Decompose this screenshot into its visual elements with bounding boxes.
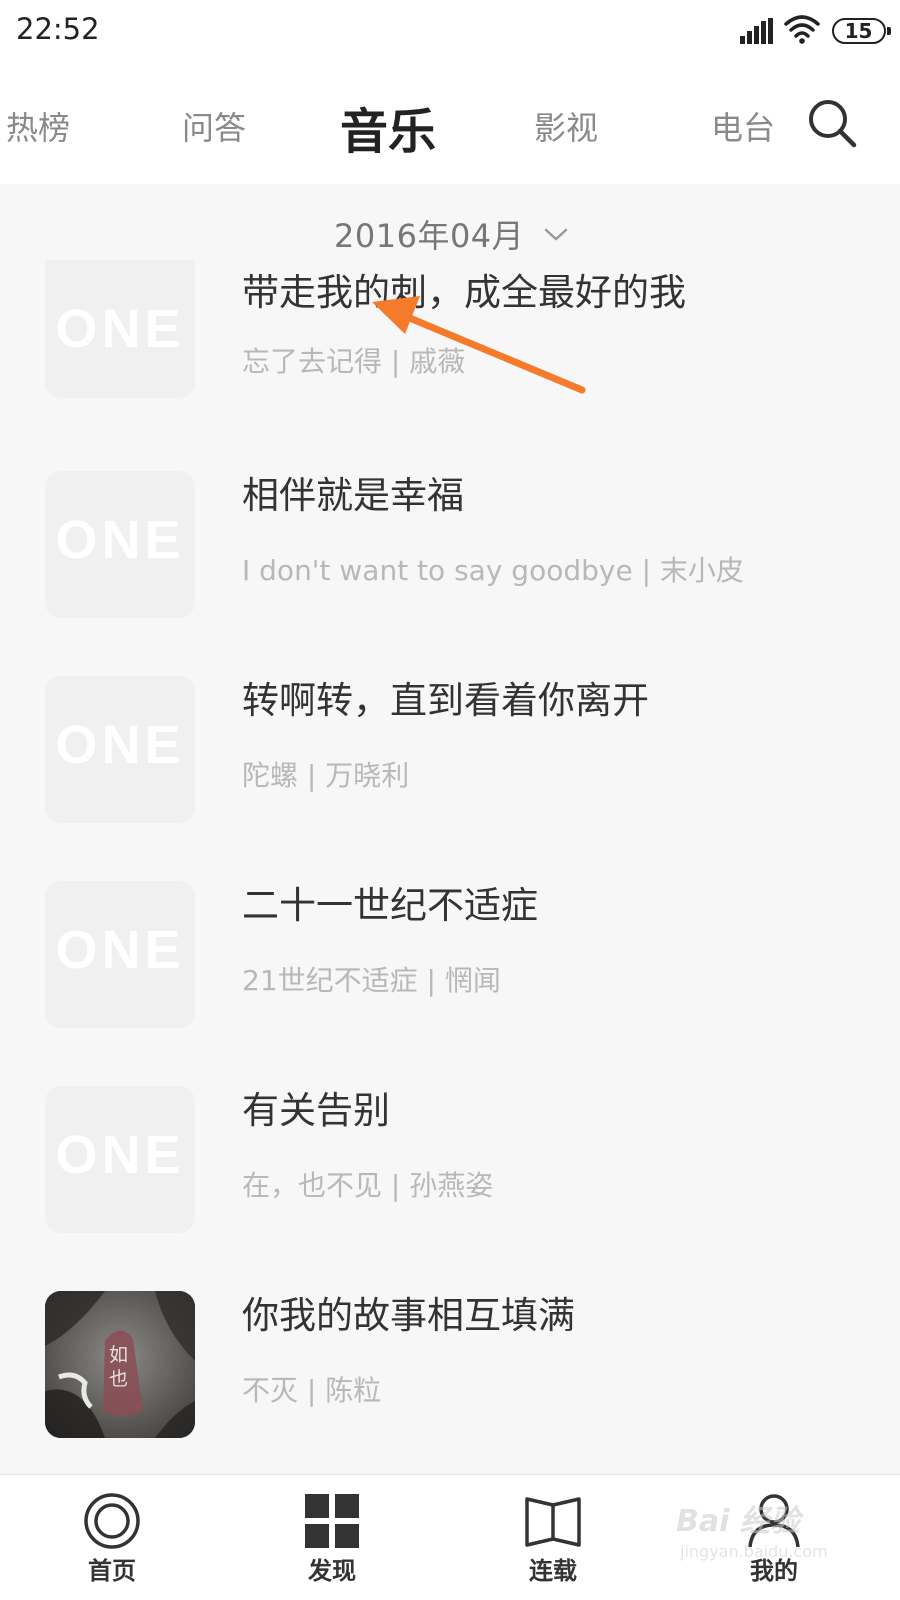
list-item[interactable]: ONE 带走我的刺，成全最好的我 忘了去记得 | 戚薇 — [0, 260, 900, 465]
list-item[interactable]: 如也 你我的故事相互填满 不灭 | 陈粒 — [0, 1283, 900, 1474]
nav-discover-label: 发现 — [308, 1557, 356, 1585]
item-title: 带走我的刺，成全最好的我 — [242, 271, 686, 314]
one-logo: ONE — [55, 1125, 185, 1185]
tab-radio[interactable]: 电台 — [711, 103, 775, 149]
grid-icon — [305, 1494, 359, 1548]
status-bar: 22:52 15 — [0, 0, 900, 62]
nav-discover[interactable]: 发现 — [272, 1475, 392, 1600]
one-logo: ONE — [55, 510, 185, 570]
month-label: 2016年04月 — [334, 217, 525, 255]
cover-image: ONE — [45, 471, 195, 618]
home-icon — [84, 1493, 140, 1549]
battery-level: 15 — [844, 19, 873, 43]
chevron-down-icon — [544, 228, 568, 241]
item-title: 相伴就是幸福 — [242, 474, 464, 517]
list-item[interactable]: ONE 二十一世纪不适症 21世纪不适症 | 惘闻 — [0, 873, 900, 1078]
battery-icon: 15 — [832, 18, 891, 44]
item-subtitle: I don't want to say goodbye | 末小皮 — [242, 554, 744, 587]
tab-film[interactable]: 影视 — [534, 103, 598, 149]
one-logo: ONE — [55, 920, 185, 980]
cover-image: ONE — [45, 881, 195, 1028]
item-title: 有关告别 — [242, 1089, 390, 1132]
wifi-icon — [784, 15, 820, 44]
status-time: 22:52 — [16, 12, 100, 46]
item-subtitle: 不灭 | 陈粒 — [242, 1374, 382, 1407]
one-logo: ONE — [55, 715, 185, 775]
nav-home-label: 首页 — [88, 1557, 136, 1585]
app-screen: 22:52 15 热榜 问答 音乐 影视 电台 2016年04月 ONE 带走我… — [0, 0, 900, 1600]
cover-image: ONE — [45, 1086, 195, 1233]
one-logo: ONE — [55, 299, 185, 359]
item-title: 你我的故事相互填满 — [242, 1294, 575, 1337]
cover-image: ONE — [45, 260, 195, 398]
list-item[interactable]: ONE 相伴就是幸福 I don't want to say goodbye |… — [0, 463, 900, 668]
cover-image: ONE — [45, 676, 195, 823]
item-subtitle: 在，也不见 | 孙燕姿 — [242, 1169, 494, 1202]
item-subtitle: 忘了去记得 | 戚薇 — [242, 345, 466, 378]
tab-qa[interactable]: 问答 — [182, 103, 246, 149]
book-icon — [525, 1497, 581, 1547]
album-art-text: 如也 — [109, 1344, 129, 1390]
list-item[interactable]: ONE 转啊转，直到看着你离开 陀螺 | 万晓利 — [0, 668, 900, 873]
music-list-container: 2016年04月 ONE 带走我的刺，成全最好的我 忘了去记得 | 戚薇 ONE… — [0, 184, 900, 1474]
month-selector[interactable]: 2016年04月 — [334, 214, 570, 255]
list-item[interactable]: ONE 有关告别 在，也不见 | 孙燕姿 — [0, 1078, 900, 1283]
item-title: 转啊转，直到看着你离开 — [242, 679, 649, 722]
music-list: ONE 带走我的刺，成全最好的我 忘了去记得 | 戚薇 ONE 相伴就是幸福 I… — [0, 260, 900, 1474]
item-title: 二十一世纪不适症 — [242, 884, 538, 927]
watermark-url: jingyan.baidu.com — [680, 1542, 828, 1561]
item-subtitle: 21世纪不适症 | 惘闻 — [242, 964, 501, 997]
nav-home[interactable]: 首页 — [52, 1475, 172, 1600]
category-tabs: 热榜 问答 音乐 影视 电台 — [0, 62, 900, 184]
watermark-text: Bai 经验 — [676, 1504, 800, 1539]
item-subtitle: 陀螺 | 万晓利 — [242, 759, 410, 792]
tab-hot[interactable]: 热榜 — [6, 103, 70, 149]
tab-music[interactable]: 音乐 — [340, 92, 436, 162]
search-icon[interactable] — [806, 97, 858, 149]
signal-icon — [740, 18, 773, 44]
baidu-watermark: Bai 经验 jingyan.baidu.com — [676, 1488, 856, 1578]
nav-serial[interactable]: 连载 — [493, 1475, 613, 1600]
nav-serial-label: 连载 — [529, 1557, 577, 1585]
album-art-image: 如也 — [45, 1291, 195, 1438]
